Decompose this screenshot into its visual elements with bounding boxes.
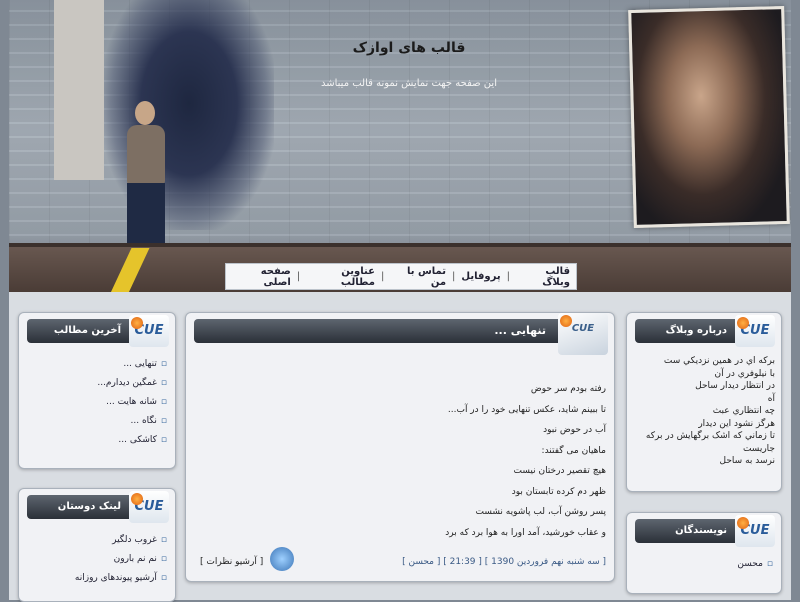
latest-post-link[interactable]: نگاه ...	[97, 412, 167, 431]
latest-post-link[interactable]: تنهایی ...	[97, 355, 167, 374]
nav-home[interactable]: صفحه اصلی	[226, 266, 297, 288]
nav-blog-template[interactable]: قالب وبلاگ	[510, 266, 576, 288]
site-description: این صفحه جهت نمایش نمونه قالب میباشد	[320, 78, 497, 89]
comments-icon[interactable]	[270, 547, 294, 571]
latest-posts-list: تنهایی ... غمگین دیدارم... شانه هایت ...…	[97, 355, 167, 450]
latest-posts-box: آخرین مطالب CUE تنهایی ... غمگین دیدارم.…	[18, 312, 176, 469]
post-box: تنهایی ... CUE رفته بودم سر حوض تا ببینم…	[185, 312, 615, 582]
post-line: و عقاب خورشید، آمد اورا به هوا برد که بر…	[445, 527, 606, 538]
authors-list: محسن	[737, 555, 773, 574]
post-icon: CUE	[558, 313, 608, 355]
cue-logo-icon: CUE	[735, 515, 775, 547]
main-nav: صفحه اصلی | عناوین مطالب | تماس با من | …	[225, 263, 577, 290]
post-line: آب در حوض نبود	[543, 425, 606, 435]
comments-archive-link[interactable]: [ آرشیو نظرات ]	[200, 557, 263, 567]
cue-logo-icon: CUE	[735, 315, 775, 347]
nav-contact[interactable]: تماس با من	[384, 266, 452, 288]
friend-link[interactable]: نم نم بارون	[75, 550, 167, 569]
about-text: برکه اي در همين نزديکي ست با نيلوفري در …	[645, 356, 775, 466]
post-title[interactable]: تنهایی ...	[194, 319, 606, 343]
post-meta[interactable]: [ سه شنبه نهم فروردین 1390 ] [ 21:39 ] […	[402, 557, 606, 567]
friends-links-list: غروب دلگیر نم نم بارون آرشیو پیوندهای رو…	[75, 531, 167, 588]
authors-box: نویسندگان CUE محسن	[626, 512, 782, 594]
wall-sign	[54, 0, 104, 180]
site-title[interactable]: قالب های اوازک	[329, 40, 489, 56]
nav-post-titles[interactable]: عناوین مطالب	[300, 266, 381, 288]
post-line: تا ببینم شاید، عکس تنهایی خود را در آب..…	[447, 404, 606, 415]
post-body: رفته بودم سر حوض تا ببینم شاید، عکس تنها…	[194, 379, 606, 543]
cue-logo-icon: CUE	[129, 315, 169, 347]
friend-link[interactable]: آرشیو پیوندهای روزانه	[75, 569, 167, 588]
author-link[interactable]: محسن	[737, 555, 773, 574]
post-line: پسر روشن آب، لب پاشویه نشست	[475, 507, 606, 517]
post-line: ماهیان می گفتند:	[541, 445, 606, 456]
post-line: ظهر دم کرده تابستان بود	[511, 486, 606, 497]
nav-profile[interactable]: پروفایل	[455, 271, 506, 282]
header-banner: قالب های اوازک این صفحه جهت نمایش نمونه …	[9, 0, 791, 292]
header-photo	[628, 5, 790, 229]
cue-logo-icon: CUE	[129, 491, 169, 523]
about-box: درباره وبلاگ CUE برکه اي در همين نزديکي …	[626, 312, 782, 492]
post-line: هیچ تقصیر درختان نیست	[513, 466, 606, 476]
latest-post-link[interactable]: شانه هایت ...	[97, 393, 167, 412]
friends-links-box: لینک دوستان CUE غروب دلگیر نم نم بارون آ…	[18, 488, 176, 602]
latest-post-link[interactable]: کاشکی ...	[97, 431, 167, 450]
post-line: رفته بودم سر حوض	[530, 384, 606, 394]
friend-link[interactable]: غروب دلگیر	[75, 531, 167, 550]
latest-post-link[interactable]: غمگین دیدارم...	[97, 374, 167, 393]
